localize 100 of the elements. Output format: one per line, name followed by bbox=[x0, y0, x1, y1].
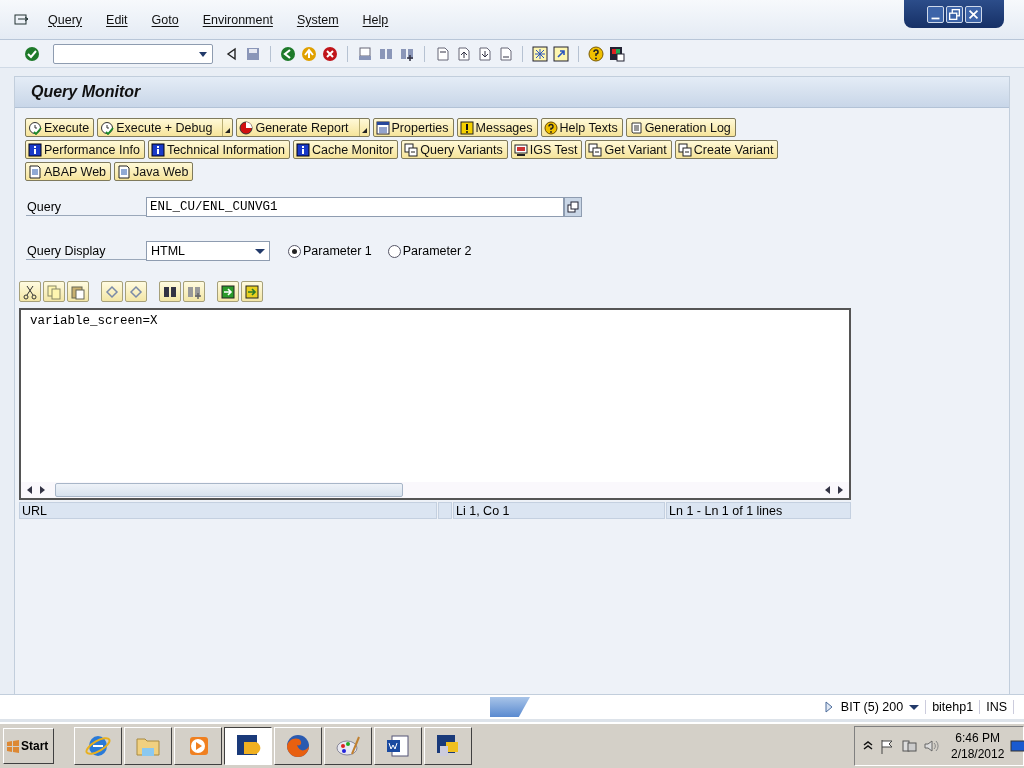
start-button[interactable]: Start bbox=[3, 728, 54, 764]
help-icon[interactable] bbox=[588, 45, 604, 62]
radio-button[interactable] bbox=[288, 244, 301, 258]
redo-icon bbox=[128, 283, 144, 300]
print-icon[interactable] bbox=[357, 45, 373, 62]
toolbar-button[interactable]: Cache Monitor bbox=[293, 140, 399, 159]
variant-icon bbox=[404, 142, 419, 157]
screen-title: Query Monitor bbox=[15, 77, 1009, 108]
clock-time: 6:46 PM bbox=[955, 731, 1001, 745]
menu-item[interactable]: Goto bbox=[145, 12, 185, 27]
show-desktop-icon[interactable] bbox=[1010, 738, 1024, 754]
radio-label[interactable]: Parameter 1 bbox=[303, 244, 372, 258]
menu-item[interactable]: Query bbox=[42, 12, 89, 27]
help-icon bbox=[543, 120, 558, 135]
line-count: Ln 1 - Ln 1 of 1 lines bbox=[666, 502, 851, 519]
windows-logo-icon bbox=[6, 739, 20, 753]
variant-icon bbox=[588, 142, 603, 157]
system-info[interactable]: BIT (5) 200 bbox=[834, 700, 927, 714]
pie-icon bbox=[239, 120, 254, 135]
close-icon[interactable] bbox=[964, 5, 982, 23]
value-help-button[interactable] bbox=[564, 197, 582, 217]
radio-label[interactable]: Parameter 2 bbox=[402, 244, 472, 258]
code-line: variable_screen=X bbox=[30, 314, 159, 328]
find-button[interactable] bbox=[159, 281, 181, 302]
taskbar-button[interactable] bbox=[224, 727, 272, 765]
undo-icon bbox=[104, 283, 120, 300]
toolbar-button[interactable]: ABAP Web bbox=[25, 162, 112, 181]
command-field[interactable] bbox=[53, 43, 213, 64]
menu-item[interactable]: Edit bbox=[100, 12, 134, 27]
dropdown-arrow-icon[interactable] bbox=[222, 119, 233, 136]
logo-icon bbox=[490, 697, 530, 717]
text-editor[interactable]: variable_screen=X bbox=[19, 308, 851, 500]
layout-icon[interactable] bbox=[609, 45, 625, 62]
cut-icon bbox=[22, 283, 38, 300]
first-page-icon[interactable] bbox=[434, 45, 450, 62]
expand-triangle-icon[interactable] bbox=[822, 700, 835, 714]
check-icon[interactable] bbox=[24, 45, 40, 62]
query-display-dropdown[interactable]: HTML bbox=[146, 241, 270, 261]
insert-mode: INS bbox=[980, 700, 1014, 714]
restore-icon[interactable] bbox=[945, 5, 963, 23]
minimize-icon[interactable] bbox=[926, 5, 944, 23]
import-icon bbox=[220, 283, 236, 300]
network-icon[interactable] bbox=[901, 738, 917, 754]
menu-item[interactable]: System bbox=[290, 12, 345, 27]
toolbar-button[interactable]: Properties bbox=[372, 118, 454, 137]
globe-icon bbox=[284, 732, 312, 760]
back-icon[interactable] bbox=[280, 45, 296, 62]
import-button[interactable] bbox=[217, 281, 239, 302]
dropdown-arrow-icon[interactable] bbox=[358, 119, 369, 136]
find-next-button[interactable] bbox=[183, 281, 205, 302]
cut-button[interactable] bbox=[19, 281, 41, 302]
toolbar-button[interactable]: Messages bbox=[456, 118, 538, 137]
toolbar-button[interactable]: Generation Log bbox=[625, 118, 736, 137]
toolbar-button[interactable]: Help Texts bbox=[540, 118, 623, 137]
redo-button[interactable] bbox=[125, 281, 147, 302]
toolbar-button[interactable]: Technical Information bbox=[147, 140, 290, 159]
clock-date: 2/18/2012 bbox=[951, 747, 1005, 761]
scroll-left-icon[interactable] bbox=[823, 485, 833, 495]
dropdown-caret-icon bbox=[909, 703, 920, 711]
scroll-left-icon[interactable] bbox=[25, 485, 35, 495]
volume-icon[interactable] bbox=[923, 738, 939, 754]
warning-icon bbox=[459, 120, 474, 135]
new-session-icon[interactable] bbox=[532, 45, 548, 62]
monitor-icon bbox=[513, 142, 528, 157]
clock-check-icon bbox=[100, 120, 115, 135]
paste-icon bbox=[70, 283, 86, 300]
toolbar-button[interactable]: Create Variant bbox=[674, 140, 779, 159]
export-icon bbox=[244, 283, 260, 300]
shortcut-icon[interactable] bbox=[553, 45, 569, 62]
toolbar-button[interactable]: Query Variants bbox=[401, 140, 508, 159]
last-page-icon[interactable] bbox=[497, 45, 513, 62]
toolbar-button[interactable]: Generate Report bbox=[236, 118, 370, 137]
scroll-right-icon[interactable] bbox=[37, 485, 47, 495]
horizontal-scrollbar[interactable] bbox=[21, 482, 849, 498]
dropdown-caret-icon bbox=[198, 49, 208, 58]
paste-button[interactable] bbox=[67, 281, 89, 302]
toolbar-button[interactable]: IGS Test bbox=[510, 140, 583, 159]
copy-icon bbox=[567, 201, 579, 213]
dropdown-caret-icon bbox=[255, 247, 265, 255]
export-button[interactable] bbox=[241, 281, 263, 302]
cancel-icon[interactable] bbox=[322, 45, 338, 62]
save-icon[interactable] bbox=[245, 45, 261, 62]
scroll-right-icon[interactable] bbox=[835, 485, 845, 495]
toolbar-button[interactable]: Get Variant bbox=[585, 140, 672, 159]
toolbar-button[interactable]: Execute bbox=[25, 118, 95, 137]
document-icon bbox=[117, 164, 132, 179]
toolbar-button[interactable]: Performance Info bbox=[25, 140, 145, 159]
toolbar-button[interactable]: Execute + Debug bbox=[97, 118, 234, 137]
query-input-field[interactable]: ENL_CU/ENL_CUNVG1 bbox=[146, 197, 564, 217]
system-menu-icon[interactable] bbox=[14, 11, 30, 28]
previous-page-icon[interactable] bbox=[455, 45, 471, 62]
flag-icon[interactable] bbox=[879, 738, 895, 754]
menu-item[interactable]: Environment bbox=[196, 12, 279, 27]
info-icon bbox=[150, 142, 165, 157]
show-hidden-icons-icon[interactable] bbox=[863, 740, 873, 752]
menu-item[interactable]: Help bbox=[356, 12, 395, 27]
undo-button[interactable] bbox=[101, 281, 123, 302]
next-page-icon[interactable] bbox=[476, 45, 492, 62]
toolbar-button[interactable]: Java Web bbox=[114, 162, 194, 181]
radio-button[interactable] bbox=[387, 244, 401, 258]
